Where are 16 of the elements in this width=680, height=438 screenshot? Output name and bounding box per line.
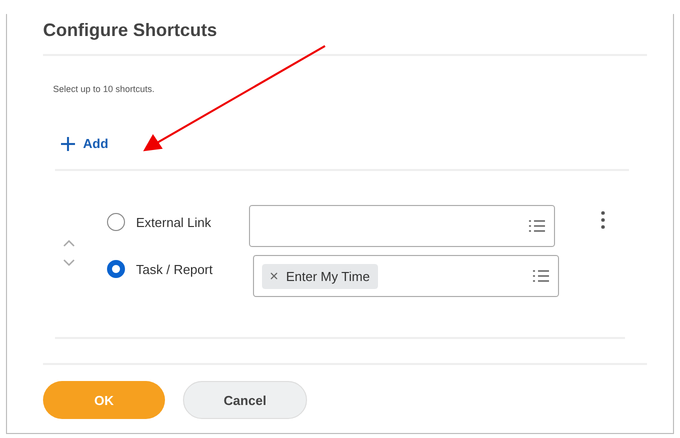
more-options-icon[interactable]: [601, 211, 605, 229]
remove-icon[interactable]: [270, 272, 278, 280]
list-icon[interactable]: [532, 269, 550, 283]
option-label: Task / Report: [136, 262, 213, 276]
hint-text: Select up to 10 shortcuts.: [53, 84, 156, 96]
plus-icon: [61, 136, 75, 150]
selected-item-tag[interactable]: Enter My Time: [262, 264, 378, 288]
url-field[interactable]: [249, 205, 555, 247]
dialog-title: Configure Shortcuts: [43, 19, 218, 42]
option-label: External Link: [136, 214, 212, 230]
radio-button[interactable]: [107, 213, 125, 231]
radio-button[interactable]: [107, 260, 125, 278]
add-button[interactable]: Add: [61, 136, 108, 151]
task-field[interactable]: Enter My Time: [253, 255, 559, 297]
cancel-button[interactable]: Cancel: [183, 381, 307, 419]
list-icon[interactable]: [528, 219, 546, 233]
